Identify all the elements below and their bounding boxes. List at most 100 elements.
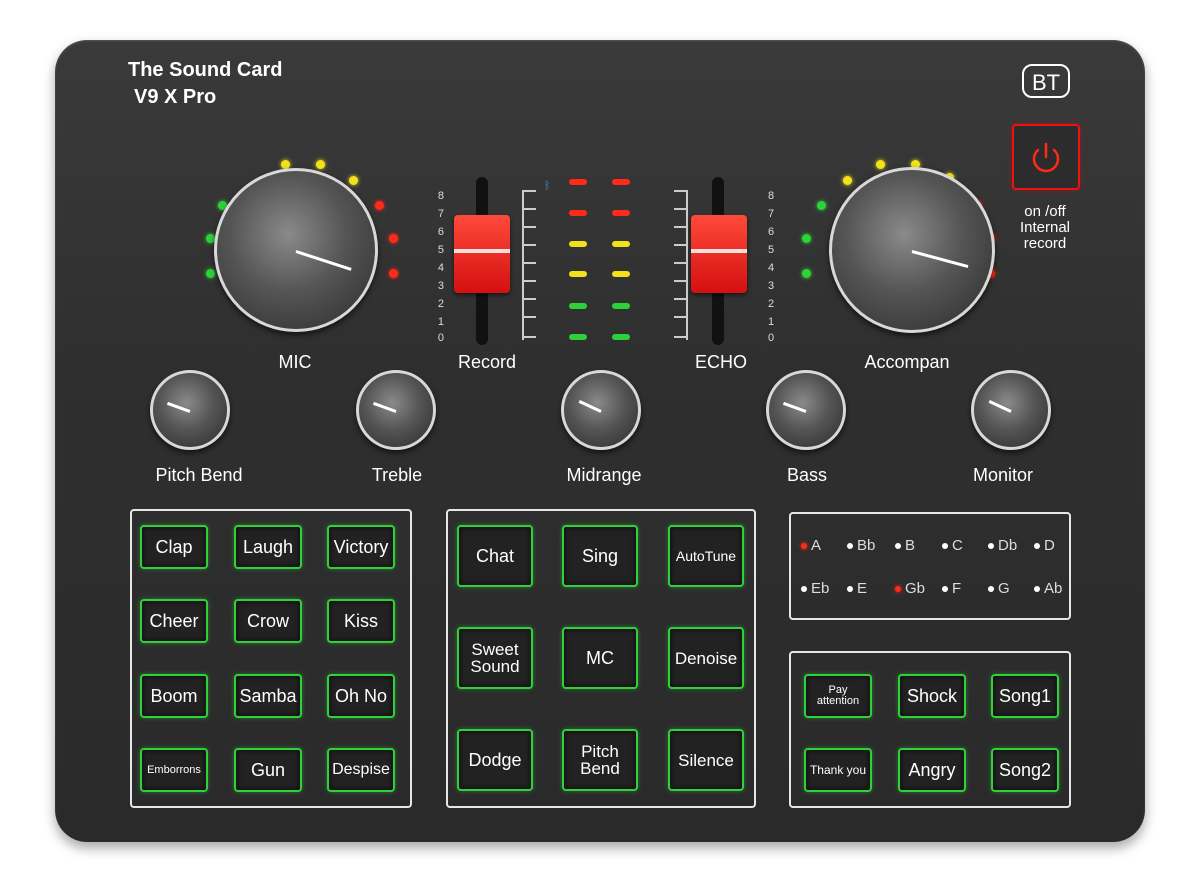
effect-button-shock[interactable]: Shock [898, 674, 966, 718]
mode-button-dodge[interactable]: Dodge [457, 729, 533, 791]
accompan-level-led [802, 269, 811, 278]
key-led [801, 586, 807, 593]
key-panel [789, 512, 1071, 620]
key-gb[interactable]: Gb [895, 580, 925, 597]
effect-button-kiss[interactable]: Kiss [327, 599, 395, 643]
key-f[interactable]: F [942, 580, 961, 597]
key-d[interactable]: D [1034, 537, 1055, 554]
treble-label: Treble [371, 465, 423, 485]
record-ticks [522, 190, 538, 340]
key-led [847, 586, 853, 593]
knob-indicator [372, 401, 397, 413]
pitch-bend-knob[interactable] [150, 370, 230, 450]
effect-button-embarrass[interactable]: Emborrons [140, 748, 208, 792]
key-c[interactable]: C [942, 537, 963, 554]
key-a[interactable]: A [801, 537, 821, 554]
level-led [569, 271, 587, 277]
effect-button-thank-you[interactable]: Thank you [804, 748, 872, 792]
treble-knob[interactable] [356, 370, 436, 450]
knob-indicator [782, 401, 807, 413]
effect-button-despise[interactable]: Despise [327, 748, 395, 792]
mode-button-chat[interactable]: Chat [457, 525, 533, 587]
level-led [612, 241, 630, 247]
mode-button-sing[interactable]: Sing [562, 525, 638, 587]
accompan-level-led [802, 234, 811, 243]
accompan-knob[interactable] [829, 167, 995, 333]
effect-button-laugh[interactable]: Laugh [234, 525, 302, 569]
mode-button-silence[interactable]: Silence [668, 729, 744, 791]
key-led [988, 586, 994, 593]
mic-level-led [389, 234, 398, 243]
mic-level-led [316, 160, 325, 169]
key-led [942, 543, 948, 550]
level-led [612, 210, 630, 216]
knob-indicator [295, 250, 352, 271]
key-bb[interactable]: Bb [847, 537, 875, 554]
echo-label: ECHO [694, 352, 747, 372]
effect-button-oh-no[interactable]: Oh No [327, 674, 395, 718]
effect-button-boom[interactable]: Boom [140, 674, 208, 718]
key-eb[interactable]: Eb [801, 580, 829, 597]
knob-indicator [166, 401, 191, 413]
level-led [569, 241, 587, 247]
level-led [612, 303, 630, 309]
effect-button-cheer[interactable]: Cheer [140, 599, 208, 643]
mic-level-led [389, 269, 398, 278]
accompan-label: Accompan [864, 352, 950, 372]
effect-button-song2[interactable]: Song2 [991, 748, 1059, 792]
echo-ticks [672, 190, 688, 340]
key-db[interactable]: Db [988, 537, 1017, 554]
power-button[interactable] [1012, 124, 1080, 190]
knob-indicator [911, 250, 969, 268]
bt-button[interactable]: BT [1022, 64, 1070, 98]
effect-button-crow[interactable]: Crow [234, 599, 302, 643]
effect-button-victory[interactable]: Victory [327, 525, 395, 569]
key-led [1034, 586, 1040, 593]
mic-level-led [349, 176, 358, 185]
level-led [569, 334, 587, 340]
midrange-knob[interactable] [561, 370, 641, 450]
monitor-knob[interactable] [971, 370, 1051, 450]
model-name: V9 X Pro [134, 86, 217, 108]
mode-button-pitch-bend[interactable]: Pitch Bend [562, 729, 638, 791]
effect-button-clap[interactable]: Clap [140, 525, 208, 569]
record-fader[interactable] [454, 215, 510, 293]
power-label: on /off Internal record [1019, 203, 1071, 252]
key-b[interactable]: B [895, 537, 915, 554]
echo-scale: 8 7 6 5 4 3 2 1 0 [768, 190, 775, 344]
monitor-label: Monitor [972, 465, 1034, 485]
effect-button-angry[interactable]: Angry [898, 748, 966, 792]
brand-title: The Sound Card [128, 59, 283, 81]
level-led [612, 271, 630, 277]
mode-button-denoise[interactable]: Denoise [668, 627, 744, 689]
knob-indicator [988, 399, 1012, 413]
key-led [1034, 543, 1040, 550]
key-led [801, 543, 807, 550]
key-g[interactable]: G [988, 580, 1010, 597]
accompan-level-led [843, 176, 852, 185]
key-led [895, 543, 901, 550]
key-led [942, 586, 948, 593]
key-led [895, 586, 901, 593]
mode-button-sweet-sound[interactable]: Sweet Sound [457, 627, 533, 689]
key-ab[interactable]: Ab [1034, 580, 1062, 597]
key-led [847, 543, 853, 550]
key-led [988, 543, 994, 550]
mic-knob[interactable] [214, 168, 378, 332]
mic-label: MIC [278, 352, 312, 372]
mode-button-mc[interactable]: MC [562, 627, 638, 689]
echo-fader[interactable] [691, 215, 747, 293]
accompan-level-led [876, 160, 885, 169]
pitch-bend-label: Pitch Bend [155, 465, 243, 485]
mic-level-led [206, 269, 215, 278]
mic-level-led [375, 201, 384, 210]
key-e[interactable]: E [847, 580, 867, 597]
effect-button-gun[interactable]: Gun [234, 748, 302, 792]
effect-button-pay-attention[interactable]: Pay attention [804, 674, 872, 718]
mode-button-autotune[interactable]: AutoTune [668, 525, 744, 587]
effect-button-song1[interactable]: Song1 [991, 674, 1059, 718]
bass-knob[interactable] [766, 370, 846, 450]
level-led [612, 179, 630, 185]
effect-button-samba[interactable]: Samba [234, 674, 302, 718]
power-icon [1032, 142, 1060, 173]
